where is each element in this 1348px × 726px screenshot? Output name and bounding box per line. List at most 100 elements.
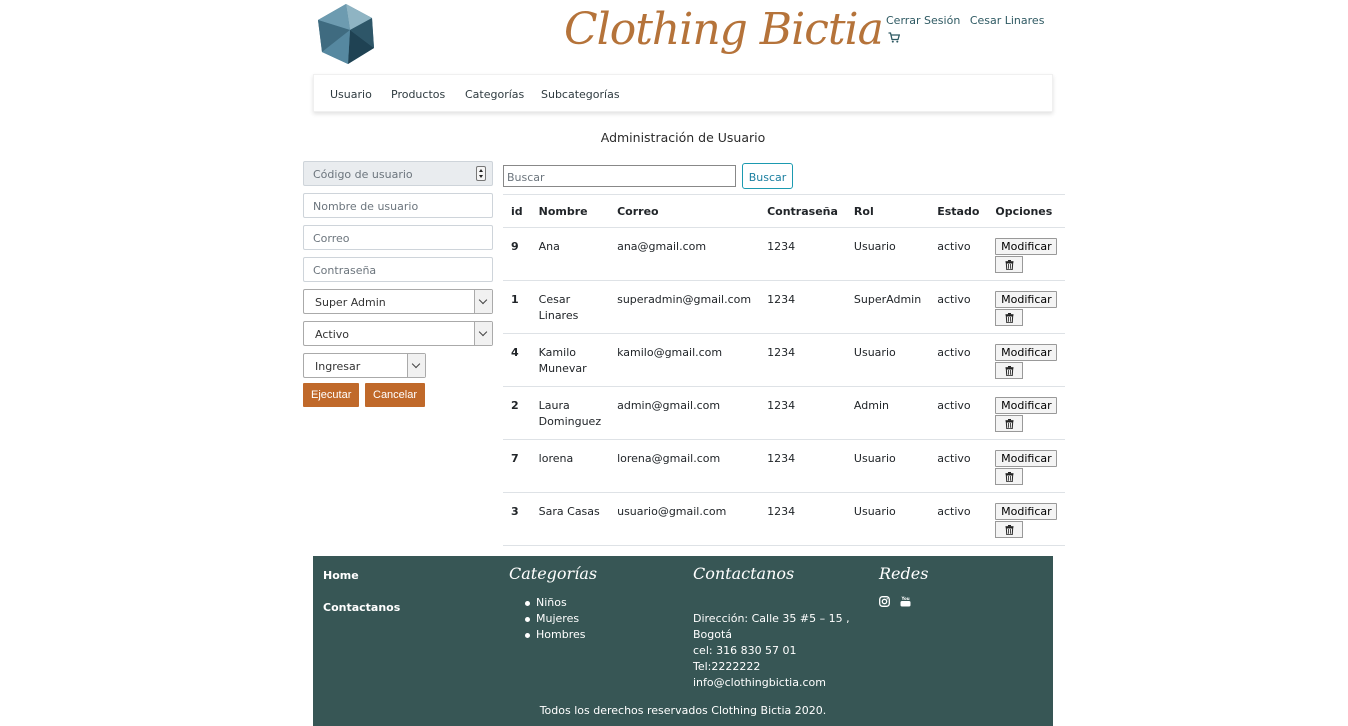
- number-spinner-icon[interactable]: [476, 166, 486, 181]
- cell-status: activo: [929, 492, 988, 546]
- cell-name: Laura Dominguez: [530, 386, 610, 440]
- cell-options: Modificar: [987, 280, 1066, 334]
- user-links: Cerrar Sesión Cesar Linares: [886, 14, 1050, 27]
- cell-password: 1234: [759, 280, 846, 334]
- cell-name: Cesar Linares: [530, 280, 610, 334]
- footer-category-ninos[interactable]: Niños: [525, 596, 585, 612]
- youtube-icon[interactable]: You: [900, 596, 911, 610]
- cell-role: Usuario: [845, 333, 930, 387]
- column-header-name: Nombre: [530, 194, 610, 228]
- search-input[interactable]: Buscar: [503, 165, 736, 187]
- cell-email: ana@gmail.com: [609, 227, 760, 281]
- cell-options: Modificar: [987, 333, 1066, 387]
- nav-subcategorias[interactable]: Subcategorías: [541, 88, 620, 101]
- nav-categorias[interactable]: Categorías: [465, 88, 524, 101]
- modify-button[interactable]: Modificar: [995, 397, 1058, 414]
- cell-options: Modificar: [987, 386, 1066, 440]
- cell-status: activo: [929, 280, 988, 334]
- delete-button[interactable]: [995, 362, 1024, 379]
- cell-status: activo: [929, 333, 988, 387]
- execute-button[interactable]: Ejecutar: [303, 383, 360, 407]
- instagram-icon[interactable]: [879, 596, 890, 610]
- cell-id: 7: [503, 439, 531, 493]
- page-title: Administración de Usuario: [600, 130, 766, 145]
- table-row: 3 Sara Casas usuario@gmail.com 1234 Usuario a…: [503, 492, 1066, 546]
- table-row: 4 Kamilo Munevar kamilo@gmail.com 1234 Usuar…: [503, 333, 1066, 387]
- cell-name: Sara Casas: [530, 492, 610, 546]
- table-row: 1 Cesar Linares superadmin@gmail.com 1234 Su…: [503, 280, 1066, 334]
- delete-button[interactable]: [995, 309, 1024, 326]
- user-code-field[interactable]: Código de usuario: [303, 161, 493, 186]
- nav-productos[interactable]: Productos: [391, 88, 445, 101]
- cell-password: 1234: [759, 492, 846, 546]
- cell-name: Ana: [530, 227, 610, 281]
- modify-button[interactable]: Modificar: [995, 344, 1058, 361]
- cell-email: usuario@gmail.com: [609, 492, 760, 546]
- cell-status: activo: [929, 386, 988, 440]
- chevron-down-icon: [474, 322, 492, 345]
- action-select[interactable]: Ingresar: [303, 353, 426, 378]
- cell-id: 3: [503, 492, 531, 546]
- brand-title: Clothing Bictia: [564, 4, 884, 55]
- column-header-role: Rol: [845, 194, 930, 228]
- modify-button[interactable]: Modificar: [995, 291, 1058, 308]
- modify-button[interactable]: Modificar: [995, 238, 1058, 255]
- footer-contact-info: Dirección: Calle 35 #5 – 15 , Bogotá cel…: [693, 611, 853, 691]
- footer-category-mujeres[interactable]: Mujeres: [525, 612, 585, 628]
- logout-link[interactable]: Cerrar Sesión: [886, 14, 960, 27]
- delete-button[interactable]: [995, 521, 1024, 538]
- nav-usuario[interactable]: Usuario: [330, 88, 372, 101]
- modify-button[interactable]: Modificar: [995, 450, 1058, 467]
- status-select-value: Activo: [315, 328, 349, 341]
- cell-options: Modificar: [987, 492, 1066, 546]
- cancel-button[interactable]: Cancelar: [365, 383, 426, 407]
- email-field[interactable]: Correo: [303, 225, 493, 250]
- cell-id: 2: [503, 386, 531, 440]
- table-row: 9 Ana ana@gmail.com 1234 Usuario activo Modifi…: [503, 227, 1066, 281]
- footer-contact-link[interactable]: Contactanos: [323, 601, 400, 614]
- cell-email: lorena@gmail.com: [609, 439, 760, 493]
- status-select[interactable]: Activo: [303, 321, 493, 346]
- cell-password: 1234: [759, 227, 846, 281]
- delete-button[interactable]: [995, 415, 1024, 432]
- password-field[interactable]: Contraseña: [303, 257, 493, 282]
- modify-button[interactable]: Modificar: [995, 503, 1058, 520]
- footer-home-link[interactable]: Home: [323, 569, 359, 582]
- search-button[interactable]: Buscar: [742, 163, 793, 189]
- footer-categories-list: Niños Mujeres Hombres: [525, 596, 585, 644]
- cell-password: 1234: [759, 439, 846, 493]
- footer-categories-title: Categorías: [509, 564, 598, 583]
- role-select[interactable]: Super Admin: [303, 289, 493, 314]
- delete-button[interactable]: [995, 256, 1024, 273]
- username-link[interactable]: Cesar Linares: [970, 14, 1045, 27]
- logo-icon: [318, 4, 374, 64]
- cell-role: SuperAdmin: [845, 280, 930, 334]
- cell-name: lorena: [530, 439, 610, 493]
- delete-button[interactable]: [995, 468, 1024, 485]
- cell-id: 4: [503, 333, 531, 387]
- user-name-field[interactable]: Nombre de usuario: [303, 193, 493, 218]
- svg-text:You: You: [900, 596, 909, 601]
- column-header-status: Estado: [929, 194, 988, 228]
- users-table: id Nombre Correo Contraseña Rol Estado O…: [503, 194, 1066, 546]
- footer: Home Contactanos Categorías Niños Mujere…: [313, 556, 1053, 726]
- cell-email: superadmin@gmail.com: [609, 280, 760, 334]
- user-code-placeholder: Código de usuario: [313, 168, 413, 181]
- cell-password: 1234: [759, 386, 846, 440]
- column-header-options: Opciones: [987, 194, 1066, 228]
- column-header-password: Contraseña: [759, 194, 846, 228]
- footer-category-hombres[interactable]: Hombres: [525, 628, 585, 644]
- chevron-down-icon: [407, 354, 425, 377]
- cart-icon[interactable]: [888, 32, 900, 43]
- table-row: 2 Laura Dominguez admin@gmail.com 1234 Admin…: [503, 386, 1066, 440]
- action-select-value: Ingresar: [315, 360, 361, 373]
- table-row: 7 lorena lorena@gmail.com 1234 Usuario activo…: [503, 439, 1066, 493]
- table-header-row: id Nombre Correo Contraseña Rol Estado O…: [503, 194, 1066, 228]
- footer-social-title: Redes: [879, 564, 929, 583]
- cell-email: admin@gmail.com: [609, 386, 760, 440]
- footer-tel: Tel:2222222: [693, 660, 761, 673]
- cell-status: activo: [929, 227, 988, 281]
- footer-cel: cel: 316 830 57 01: [693, 644, 797, 657]
- cell-password: 1234: [759, 333, 846, 387]
- footer-social-links: You: [879, 596, 917, 610]
